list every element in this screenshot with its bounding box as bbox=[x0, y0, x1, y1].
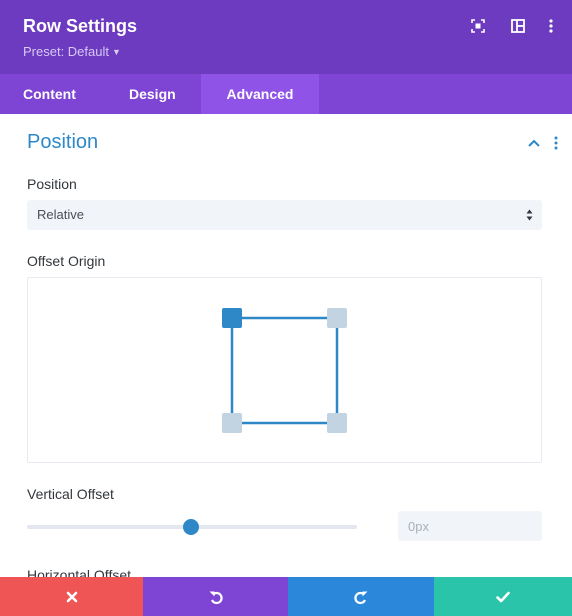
origin-frame bbox=[230, 316, 339, 425]
vertical-offset-label: Vertical Offset bbox=[27, 486, 114, 502]
action-bar bbox=[0, 577, 572, 616]
tab-design[interactable]: Design bbox=[103, 74, 201, 114]
section-title[interactable]: Position bbox=[27, 131, 98, 154]
preset-label: Preset: Default bbox=[23, 44, 109, 59]
origin-top-left[interactable] bbox=[222, 308, 242, 328]
select-arrows-icon bbox=[526, 208, 533, 222]
offset-origin-label: Offset Origin bbox=[27, 253, 106, 269]
settings-header: Row Settings Preset: Default ▼ bbox=[0, 0, 572, 74]
origin-top-right[interactable] bbox=[327, 308, 347, 328]
modal-title: Row Settings bbox=[23, 16, 138, 36]
tab-advanced[interactable]: Advanced bbox=[201, 74, 319, 114]
settings-content: Position Position Relative Offset Origin bbox=[0, 114, 572, 577]
position-select[interactable]: Relative bbox=[27, 200, 542, 230]
more-options-icon[interactable] bbox=[541, 16, 561, 36]
check-icon bbox=[496, 591, 510, 602]
origin-bottom-left[interactable] bbox=[222, 413, 242, 433]
chevron-up-icon[interactable] bbox=[525, 135, 543, 151]
preset-dropdown[interactable]: Preset: Default ▼ bbox=[23, 44, 121, 59]
close-icon bbox=[66, 591, 77, 602]
horizontal-offset-label: Horizontal Offset bbox=[27, 567, 132, 577]
caret-down-icon: ▼ bbox=[112, 47, 121, 57]
section-more-icon[interactable] bbox=[549, 134, 563, 152]
offset-origin-picker bbox=[27, 277, 542, 463]
redo-icon bbox=[354, 591, 368, 604]
cancel-button[interactable] bbox=[0, 577, 143, 616]
position-value: Relative bbox=[37, 207, 84, 222]
redo-button[interactable] bbox=[288, 577, 434, 616]
vertical-offset-slider-thumb[interactable] bbox=[183, 519, 199, 535]
settings-tabs: Content Design Advanced bbox=[0, 74, 572, 114]
position-label: Position bbox=[27, 176, 77, 192]
tab-content[interactable]: Content bbox=[0, 74, 103, 114]
undo-button[interactable] bbox=[143, 577, 288, 616]
origin-bottom-right[interactable] bbox=[327, 413, 347, 433]
focus-mode-icon[interactable] bbox=[468, 16, 488, 36]
vertical-offset-input[interactable] bbox=[398, 511, 542, 541]
save-button[interactable] bbox=[434, 577, 572, 616]
layout-split-icon[interactable] bbox=[508, 16, 528, 36]
undo-icon bbox=[209, 591, 223, 604]
